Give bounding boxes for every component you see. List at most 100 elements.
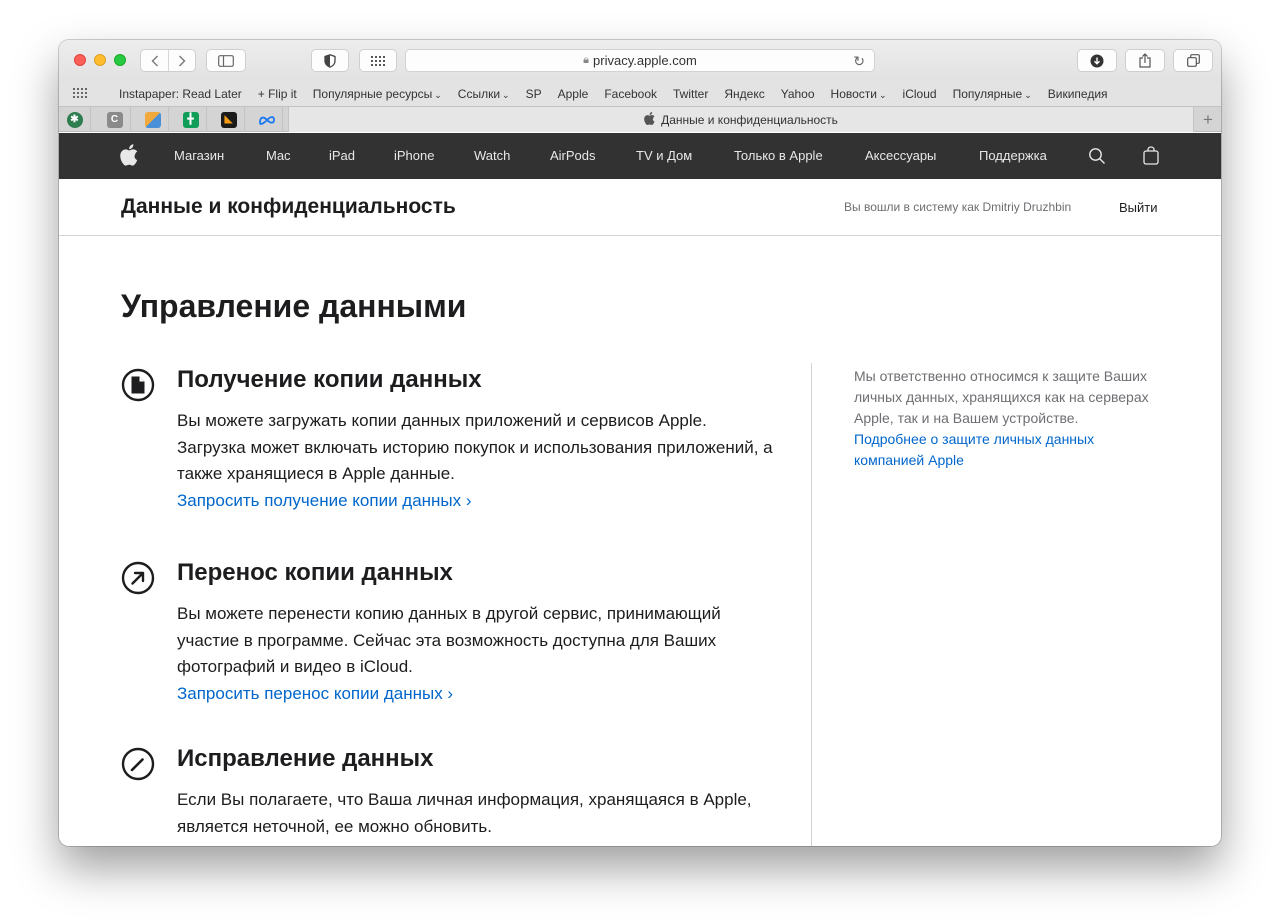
forward-button[interactable] xyxy=(168,50,195,71)
privacy-learn-more-link[interactable]: Подробнее о защите личных данных компани… xyxy=(854,431,1094,468)
shield-icon xyxy=(324,53,336,68)
section-body: Вы можете загружать копии данных приложе… xyxy=(177,408,777,514)
bookmark-item[interactable]: iCloud xyxy=(903,87,937,101)
privacy-report-button[interactable] xyxy=(311,49,349,72)
bookmark-label: Новости xyxy=(830,86,877,101)
bookmark-item[interactable]: + Flip it xyxy=(258,87,297,101)
pinned-tab[interactable]: ✱ xyxy=(59,107,91,132)
reload-icon[interactable]: ↻ xyxy=(853,53,865,70)
tab-overview-button[interactable] xyxy=(1173,49,1213,72)
section-description: Если Вы полагаете, что Ваша личная инфор… xyxy=(177,790,752,836)
download-icon xyxy=(1090,54,1104,67)
address-bar-url: privacy.apple.com xyxy=(593,53,697,68)
request-copy-link[interactable]: Запросить получение копии данных › xyxy=(177,488,777,515)
zoom-window-button[interactable] xyxy=(114,54,126,66)
bookmark-item[interactable]: Instapaper: Read Later xyxy=(119,87,242,101)
start-page-button[interactable] xyxy=(359,49,397,72)
nav-item-watch[interactable]: Watch xyxy=(474,148,510,163)
active-tab[interactable]: Данные и конфиденциальность xyxy=(288,107,1194,132)
new-tab-button[interactable]: + xyxy=(1195,107,1221,132)
bookmark-label: Популярные xyxy=(952,86,1023,101)
nav-item-store[interactable]: Магазин xyxy=(174,148,224,163)
grid-icon xyxy=(371,55,385,66)
nav-item-accessories[interactable]: Аксессуары xyxy=(865,148,936,163)
bookmark-item[interactable]: Википедия xyxy=(1048,87,1108,101)
nav-item-mac[interactable]: Mac xyxy=(266,148,291,163)
bookmark-item[interactable]: Twitter xyxy=(673,87,708,101)
bookmark-item[interactable]: Популярные ресурсы ⌄ xyxy=(313,87,442,101)
nav-item-only-on-apple[interactable]: Только в Apple xyxy=(734,148,823,163)
pinned-tab[interactable]: ◣ xyxy=(213,107,245,132)
chevron-left-icon xyxy=(151,55,158,66)
downloads-button[interactable] xyxy=(1077,49,1117,72)
bookmark-label: Википедия xyxy=(1047,86,1108,101)
chevron-down-icon: ⌄ xyxy=(434,89,442,100)
bookmark-label: Yahoo xyxy=(780,86,815,101)
back-button[interactable] xyxy=(141,50,168,71)
share-icon xyxy=(1139,53,1151,68)
page-title[interactable]: Данные и конфиденциальность xyxy=(121,195,456,219)
section-body: Вы можете перенести копию данных в друго… xyxy=(177,601,777,707)
apple-logo-icon[interactable] xyxy=(120,144,138,166)
pinned-tab[interactable]: C xyxy=(99,107,131,132)
chevron-right-icon xyxy=(179,55,186,66)
star-favicon-icon: ✱ xyxy=(66,111,83,128)
bookmark-item[interactable]: Apple xyxy=(558,87,589,101)
close-window-button[interactable] xyxy=(74,54,86,66)
section-title: Исправление данных xyxy=(177,745,434,772)
tabs-icon xyxy=(1186,54,1200,67)
pinned-tab[interactable]: ╋ xyxy=(175,107,207,132)
minimize-window-button[interactable] xyxy=(94,54,106,66)
sidebar-button[interactable] xyxy=(206,49,246,72)
bookmark-item[interactable]: Новости ⌄ xyxy=(831,87,887,101)
request-transfer-link[interactable]: Запросить перенос копии данных › xyxy=(177,681,777,708)
pencil-icon xyxy=(121,747,155,781)
bookmark-item[interactable]: Популярные ⌄ xyxy=(953,87,1032,101)
browser-toolbar: 🔒︎ privacy.apple.com ↻ xyxy=(59,40,1221,81)
nav-item-support[interactable]: Поддержка xyxy=(979,148,1047,163)
address-bar[interactable]: 🔒︎ privacy.apple.com ↻ xyxy=(405,49,875,72)
bookmark-item[interactable]: Yahoo xyxy=(781,87,815,101)
section-correct-data: Исправление данных Если Вы полагаете, чт… xyxy=(121,745,781,846)
section-get-copy: Получение копии данных Вы можете загружа… xyxy=(121,366,781,516)
chevron-down-icon: ⌄ xyxy=(1024,89,1032,100)
apple-global-nav: Магазин Mac iPad iPhone Watch AirPods TV… xyxy=(59,133,1221,179)
column-divider xyxy=(811,363,812,846)
chevron-down-icon: ⌄ xyxy=(878,89,887,100)
pinned-tab[interactable] xyxy=(251,107,283,132)
bookmark-item[interactable]: Яндекс xyxy=(724,87,764,101)
lock-icon: 🔒︎ xyxy=(583,54,590,66)
history-navigation xyxy=(140,49,196,72)
nav-item-tv-home[interactable]: TV и Дом xyxy=(636,148,692,163)
pinned-tab[interactable] xyxy=(137,107,169,132)
sidebar-icon xyxy=(218,54,234,67)
share-button[interactable] xyxy=(1125,49,1165,72)
privacy-aside: Мы ответственно относимся к защите Ваших… xyxy=(854,366,1164,471)
meta-favicon-icon xyxy=(258,115,275,125)
section-body: Если Вы полагаете, что Ваша личная инфор… xyxy=(177,787,777,840)
section-title: Получение копии данных xyxy=(177,366,482,393)
search-icon[interactable] xyxy=(1088,147,1106,165)
apple-favicon-icon xyxy=(644,111,655,128)
bookmark-label: Instapaper: Read Later xyxy=(119,86,242,101)
bookmark-label: iCloud xyxy=(902,86,937,101)
chevron-down-icon: ⌄ xyxy=(502,89,510,100)
bookmark-list: Instapaper: Read Later + Flip it Популярны… xyxy=(119,87,1124,101)
grid-icon[interactable] xyxy=(73,87,97,101)
bookmark-item[interactable]: Ссылки ⌄ xyxy=(458,87,510,101)
bookmark-label: Ссылки xyxy=(457,86,501,101)
bookmark-label: + Flip it xyxy=(257,86,297,101)
main-heading: Управление данными xyxy=(121,288,467,324)
document-icon xyxy=(121,368,155,402)
logout-link[interactable]: Выйти xyxy=(1119,200,1158,215)
nav-item-ipad[interactable]: iPad xyxy=(329,148,355,163)
nav-item-iphone[interactable]: iPhone xyxy=(394,148,434,163)
bookmark-label: Facebook xyxy=(604,86,658,101)
firefox-favicon-icon xyxy=(144,111,161,128)
bookmark-item[interactable]: SP xyxy=(526,87,542,101)
bookmark-label: Яндекс xyxy=(724,86,765,101)
bookmark-item[interactable]: Facebook xyxy=(604,87,657,101)
bag-icon[interactable] xyxy=(1143,146,1159,165)
nav-item-airpods[interactable]: AirPods xyxy=(550,148,596,163)
section-description: Вы можете перенести копию данных в друго… xyxy=(177,604,721,676)
